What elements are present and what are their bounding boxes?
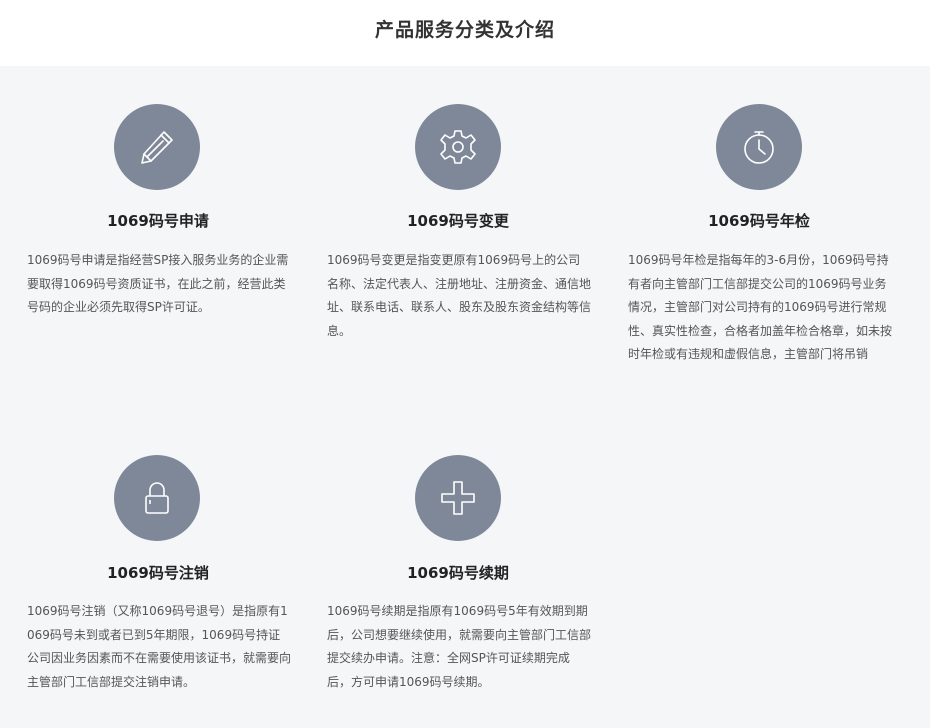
plus-icon xyxy=(441,481,475,515)
service-title: 1069码号申请 xyxy=(107,212,209,230)
service-description: 1069码号续期是指原有1069码号5年有效期到期后，公司想要继续使用，就需要向… xyxy=(327,604,591,689)
service-icon-circle xyxy=(415,104,501,190)
service-icon-circle xyxy=(716,104,802,190)
service-description: 1069码号年检是指每年的3-6月份，1069码号持有者向主管部门工信部提交公司… xyxy=(628,253,892,361)
service-icon-circle xyxy=(415,455,501,541)
service-description: 1069码号变更是指变更原有1069码号上的公司名称、法定代表人、注册地址、注册… xyxy=(327,253,591,338)
service-title: 1069码号续期 xyxy=(407,564,509,582)
pencil-icon xyxy=(141,131,173,164)
service-icon-circle xyxy=(114,104,200,190)
service-title: 1069码号变更 xyxy=(407,212,509,230)
stopwatch-icon xyxy=(744,131,774,164)
header: 产品服务分类及介绍 xyxy=(0,0,930,66)
service-title: 1069码号年检 xyxy=(708,212,810,230)
services-grid: 1069码号申请 1069码号申请是指经营SP接入服务业务的企业需要取得1069… xyxy=(0,66,930,728)
service-icon-circle xyxy=(114,455,200,541)
service-title: 1069码号注销 xyxy=(107,564,209,582)
service-description: 1069码号申请是指经营SP接入服务业务的企业需要取得1069码号资质证书，在此… xyxy=(27,253,289,314)
padlock-icon xyxy=(145,482,169,514)
gear-icon xyxy=(440,130,476,164)
service-description: 1069码号注销（又称1069码号退号）是指原有1069码号未到或者已到5年期限… xyxy=(27,604,291,689)
page-title: 产品服务分类及介绍 xyxy=(374,18,555,41)
